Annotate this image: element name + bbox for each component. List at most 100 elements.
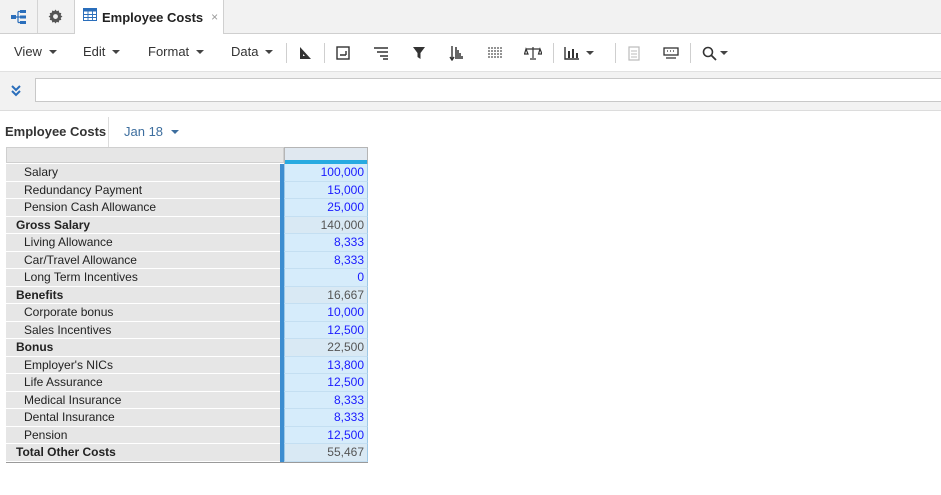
tab-employee-costs[interactable]: Employee Costs × (74, 0, 224, 34)
table-row-total: Gross Salary 140,000 (6, 216, 368, 234)
menu-format[interactable]: Format (148, 44, 205, 59)
value-cell[interactable]: 140,000 (284, 216, 368, 234)
row-label: Sales Incentives (6, 321, 280, 339)
value-cell[interactable]: 8,333 (284, 251, 368, 269)
search-icon[interactable] (700, 44, 718, 62)
row-label: Dental Insurance (6, 409, 280, 427)
toolbar-divider (553, 43, 554, 63)
menu-data[interactable]: Data (231, 44, 274, 59)
row-label: Employer's NICs (6, 356, 280, 374)
toolbar: View Edit Format Data (0, 34, 941, 72)
menu-edit-label: Edit (83, 44, 106, 59)
value-cell[interactable]: 55,467 (284, 444, 368, 462)
chevron-down-icon (112, 50, 121, 54)
header-divider (108, 117, 109, 147)
table-row: Car/Travel Allowance 8,333 (6, 251, 368, 269)
row-header-corner (6, 147, 284, 163)
value-cell[interactable]: 25,000 (284, 199, 368, 217)
document-icon[interactable] (625, 44, 643, 62)
filter-icon[interactable] (410, 44, 428, 62)
row-label: Medical Insurance (6, 391, 280, 409)
freeze-panes-icon[interactable] (296, 44, 314, 62)
menu-view-label: View (14, 44, 42, 59)
value-cell[interactable]: 15,000 (284, 181, 368, 199)
table-row: Pension 12,500 (6, 426, 368, 444)
chevron-down-icon[interactable] (720, 51, 728, 55)
row-label: Life Assurance (6, 374, 280, 392)
menu-format-label: Format (148, 44, 190, 59)
formula-bar (0, 72, 941, 111)
row-label: Living Allowance (6, 234, 280, 252)
row-label: Total Other Costs (6, 444, 280, 462)
indent-icon[interactable] (372, 44, 390, 62)
table-row: Medical Insurance 8,333 (6, 391, 368, 409)
value-cell[interactable]: 13,800 (284, 356, 368, 374)
column-header[interactable] (284, 147, 368, 164)
menu-view[interactable]: View (14, 44, 57, 59)
row-label: Salary (6, 164, 280, 182)
row-label: Benefits (6, 286, 280, 304)
expand-icon[interactable] (9, 84, 23, 98)
value-cell[interactable]: 10,000 (284, 304, 368, 322)
grid-icon (83, 8, 97, 26)
row-label: Bonus (6, 339, 280, 357)
value-cell[interactable]: 22,500 (284, 339, 368, 357)
gear-icon[interactable] (37, 0, 75, 33)
menu-edit[interactable]: Edit (83, 44, 121, 59)
menu-data-label: Data (231, 44, 259, 59)
chevron-down-icon (265, 50, 274, 54)
value-cell[interactable]: 12,500 (284, 426, 368, 444)
value-cell[interactable]: 8,333 (284, 391, 368, 409)
row-label: Redundancy Payment (6, 181, 280, 199)
insert-row-icon[interactable] (334, 44, 352, 62)
grid-bottom-border (6, 461, 368, 463)
page-title: Employee Costs (5, 124, 107, 139)
table-row: Redundancy Payment 15,000 (6, 181, 368, 199)
sort-icon[interactable] (448, 44, 466, 62)
formula-input[interactable] (35, 78, 941, 102)
grid-body: Salary 100,000 Redundancy Payment 15,000 Pen… (6, 164, 368, 462)
value-cell[interactable]: 12,500 (284, 374, 368, 392)
grid-header (6, 147, 368, 164)
toolbar-divider (615, 43, 616, 63)
table-row: Living Allowance 8,333 (6, 234, 368, 252)
table-row: Long Term Incentives 0 (6, 269, 368, 287)
close-icon[interactable]: × (211, 10, 218, 24)
keyboard-icon[interactable] (662, 44, 680, 62)
period-label: Jan 18 (124, 124, 164, 139)
toolbar-divider (286, 43, 287, 63)
value-cell[interactable]: 8,333 (284, 409, 368, 427)
tab-bar: Employee Costs × (0, 0, 941, 34)
toolbar-divider (690, 43, 691, 63)
row-label: Car/Travel Allowance (6, 251, 280, 269)
row-label: Pension Cash Allowance (6, 199, 280, 217)
value-cell[interactable]: 12,500 (284, 321, 368, 339)
row-label: Corporate bonus (6, 304, 280, 322)
data-grid: Salary 100,000 Redundancy Payment 15,000 Pen… (6, 147, 368, 463)
table-row: Life Assurance 12,500 (6, 374, 368, 392)
period-selector[interactable]: Jan 18 (124, 124, 180, 139)
balance-icon[interactable] (524, 44, 542, 62)
table-row: Corporate bonus 10,000 (6, 304, 368, 322)
table-row-total: Total Other Costs 55,467 (6, 444, 368, 462)
chevron-down-icon (196, 50, 205, 54)
row-label: Gross Salary (6, 216, 280, 234)
chevron-down-icon[interactable] (586, 51, 594, 55)
toolbar-divider (324, 43, 325, 63)
value-cell[interactable]: 16,667 (284, 286, 368, 304)
table-row: Salary 100,000 (6, 164, 368, 182)
value-cell[interactable]: 0 (284, 269, 368, 287)
chevron-down-icon (171, 130, 180, 134)
chevron-down-icon (48, 50, 57, 54)
hierarchy-icon[interactable] (0, 0, 38, 33)
row-label: Pension (6, 426, 280, 444)
chart-icon[interactable] (563, 44, 581, 62)
table-row: Pension Cash Allowance 25,000 (6, 199, 368, 217)
value-cell[interactable]: 8,333 (284, 234, 368, 252)
table-row: Dental Insurance 8,333 (6, 409, 368, 427)
value-cell[interactable]: 100,000 (284, 164, 368, 182)
table-row-total: Benefits 16,667 (6, 286, 368, 304)
table-options-icon[interactable] (486, 44, 504, 62)
table-row-total: Bonus 22,500 (6, 339, 368, 357)
row-label: Long Term Incentives (6, 269, 280, 287)
